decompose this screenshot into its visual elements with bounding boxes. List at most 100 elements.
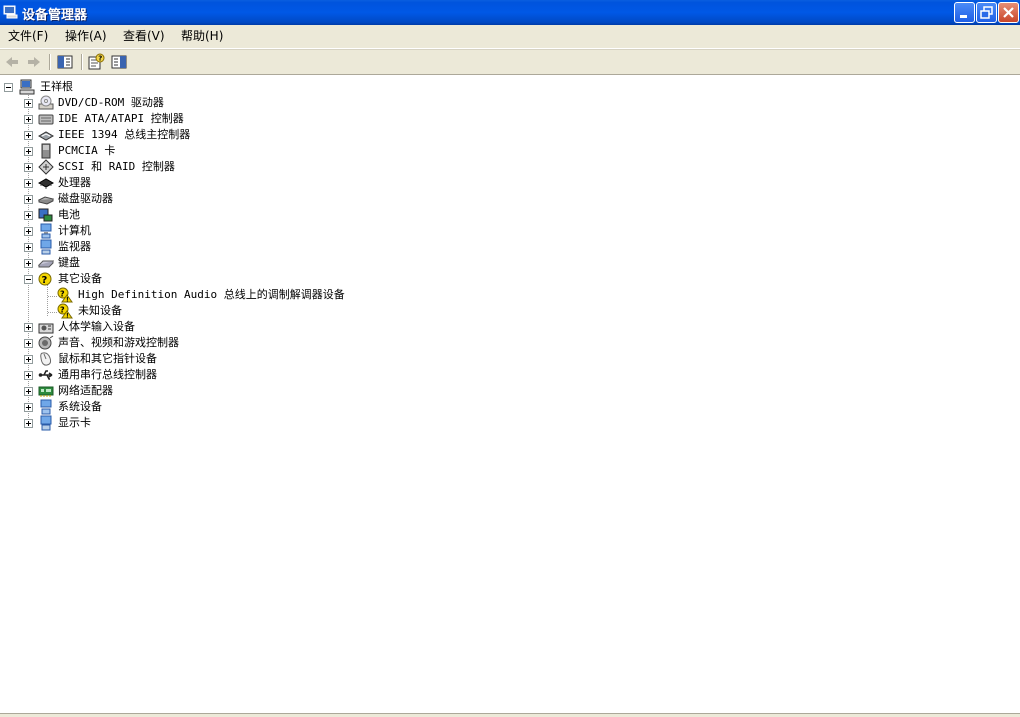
- properties-icon[interactable]: ?: [86, 52, 106, 72]
- svg-text:?: ?: [60, 306, 65, 315]
- keyboard-icon: [38, 260, 54, 268]
- restore-icon: [980, 6, 993, 19]
- tree-category-label: 系统设备: [58, 400, 102, 413]
- tree-category-network-adapter[interactable]: 网络适配器: [0, 383, 400, 399]
- tree-root-label: 王祥根: [40, 80, 73, 93]
- expand-toggle[interactable]: [24, 131, 33, 140]
- toolbar-separator: [81, 54, 83, 70]
- warning-device-icon: ? !: [57, 287, 73, 303]
- update-driver-icon[interactable]: [109, 52, 129, 72]
- tree-category-usb[interactable]: 通用串行总线控制器: [0, 367, 400, 383]
- tree-category-disk-drive[interactable]: 磁盘驱动器: [0, 191, 400, 207]
- back-arrow-icon[interactable]: [2, 52, 22, 72]
- display-adapter-icon: [40, 415, 52, 431]
- expand-toggle[interactable]: [24, 419, 33, 428]
- menu-bar: 文件(F) 操作(A) 查看(V) 帮助(H): [0, 25, 1020, 49]
- expand-toggle[interactable]: [24, 195, 33, 204]
- ieee1394-icon: [38, 131, 54, 141]
- expand-toggle[interactable]: [24, 227, 33, 236]
- collapse-toggle[interactable]: [4, 83, 13, 92]
- tree-category-battery[interactable]: 电池: [0, 207, 400, 223]
- tree-category-ide[interactable]: IDE ATA/ATAPI 控制器: [0, 111, 400, 127]
- menu-view[interactable]: 查看(V): [121, 28, 167, 45]
- status-bar: [0, 713, 1020, 717]
- processor-icon: [38, 178, 54, 189]
- network-adapter-icon: [38, 386, 54, 397]
- device-tree[interactable]: 王祥根 DVD/CD-ROM 驱动器 IDE ATA/ATAPI 控制器 IEE…: [0, 75, 1020, 713]
- minimize-button[interactable]: [954, 2, 975, 23]
- tree-category-label: 通用串行总线控制器: [58, 368, 157, 381]
- window-title: 设备管理器: [22, 8, 88, 23]
- expand-toggle[interactable]: [24, 387, 33, 396]
- collapse-toggle[interactable]: [24, 275, 33, 284]
- menu-help[interactable]: 帮助(H): [179, 28, 225, 45]
- tree-category-label: 显示卡: [58, 416, 91, 429]
- toolbar: ?: [0, 49, 1020, 75]
- menu-file[interactable]: 文件(F): [6, 28, 50, 45]
- menu-action[interactable]: 操作(A): [63, 28, 109, 45]
- toolbar-separator: [49, 54, 51, 70]
- tree-category-label: 其它设备: [58, 272, 102, 285]
- tree-category-keyboard[interactable]: 键盘: [0, 255, 400, 271]
- tree-category-label: 网络适配器: [58, 384, 113, 397]
- tree-device-unknown[interactable]: ? ! 未知设备: [0, 303, 400, 319]
- tree-category-label: 磁盘驱动器: [58, 192, 113, 205]
- expand-toggle[interactable]: [24, 339, 33, 348]
- expand-toggle[interactable]: [24, 179, 33, 188]
- cdrom-icon: [38, 95, 54, 110]
- other-devices-icon: ?: [38, 272, 52, 286]
- expand-toggle[interactable]: [24, 163, 33, 172]
- tree-category-label: 监视器: [58, 240, 91, 253]
- hid-icon: [38, 323, 54, 334]
- tree-device-label: 未知设备: [78, 304, 122, 317]
- tree-category-display-adapter[interactable]: 显示卡: [0, 415, 400, 431]
- tree-device-hd-audio-modem[interactable]: ? ! High Definition Audio 总线上的调制解调器设备: [0, 287, 500, 303]
- tree-device-label: High Definition Audio 总线上的调制解调器设备: [78, 288, 345, 301]
- tree-category-system-device[interactable]: 系统设备: [0, 399, 400, 415]
- svg-text:?: ?: [98, 55, 102, 63]
- title-bar[interactable]: 设备管理器: [0, 0, 1020, 25]
- expand-toggle[interactable]: [24, 355, 33, 364]
- forward-arrow-icon[interactable]: [24, 52, 44, 72]
- sound-icon: [38, 335, 54, 350]
- device-manager-icon: [3, 5, 18, 19]
- expand-toggle[interactable]: [24, 243, 33, 252]
- expand-toggle[interactable]: [24, 403, 33, 412]
- tree-category-pcmcia[interactable]: PCMCIA 卡: [0, 143, 400, 159]
- expand-toggle[interactable]: [24, 323, 33, 332]
- computer-icon: [40, 223, 52, 239]
- expand-toggle[interactable]: [24, 259, 33, 268]
- ide-controller-icon: [38, 114, 54, 125]
- tree-category-label: PCMCIA 卡: [58, 144, 116, 157]
- tree-category-hid[interactable]: 人体学输入设备: [0, 319, 400, 335]
- tree-category-monitor[interactable]: 监视器: [0, 239, 400, 255]
- tree-category-dvd-cdrom[interactable]: DVD/CD-ROM 驱动器: [0, 95, 400, 111]
- tree-category-label: SCSI 和 RAID 控制器: [58, 160, 175, 173]
- mouse-icon: [40, 352, 52, 366]
- tree-category-label: IDE ATA/ATAPI 控制器: [58, 112, 184, 125]
- tree-category-sound[interactable]: 声音、视频和游戏控制器: [0, 335, 400, 351]
- expand-toggle[interactable]: [24, 147, 33, 156]
- tree-category-mouse[interactable]: 鼠标和其它指针设备: [0, 351, 400, 367]
- pcmcia-icon: [41, 143, 51, 159]
- tree-category-other-devices[interactable]: ? 其它设备: [0, 271, 400, 287]
- expand-toggle[interactable]: [24, 115, 33, 124]
- scsi-icon: [38, 159, 54, 175]
- battery-icon: [38, 208, 53, 222]
- restore-button[interactable]: [976, 2, 997, 23]
- tree-category-processor[interactable]: 处理器: [0, 175, 400, 191]
- expand-toggle[interactable]: [24, 99, 33, 108]
- monitor-icon: [40, 239, 52, 255]
- disk-drive-icon: [38, 196, 54, 205]
- usb-icon: [38, 370, 53, 380]
- computer-icon: [19, 79, 35, 95]
- tree-category-computer[interactable]: 计算机: [0, 223, 400, 239]
- tree-category-ieee1394[interactable]: IEEE 1394 总线主控制器: [0, 127, 400, 143]
- tree-category-scsi[interactable]: SCSI 和 RAID 控制器: [0, 159, 400, 175]
- expand-toggle[interactable]: [24, 371, 33, 380]
- expand-toggle[interactable]: [24, 211, 33, 220]
- show-hide-tree-icon[interactable]: [55, 52, 75, 72]
- svg-text:?: ?: [60, 290, 65, 299]
- tree-root[interactable]: 王祥根: [0, 79, 300, 95]
- close-button[interactable]: [998, 2, 1019, 23]
